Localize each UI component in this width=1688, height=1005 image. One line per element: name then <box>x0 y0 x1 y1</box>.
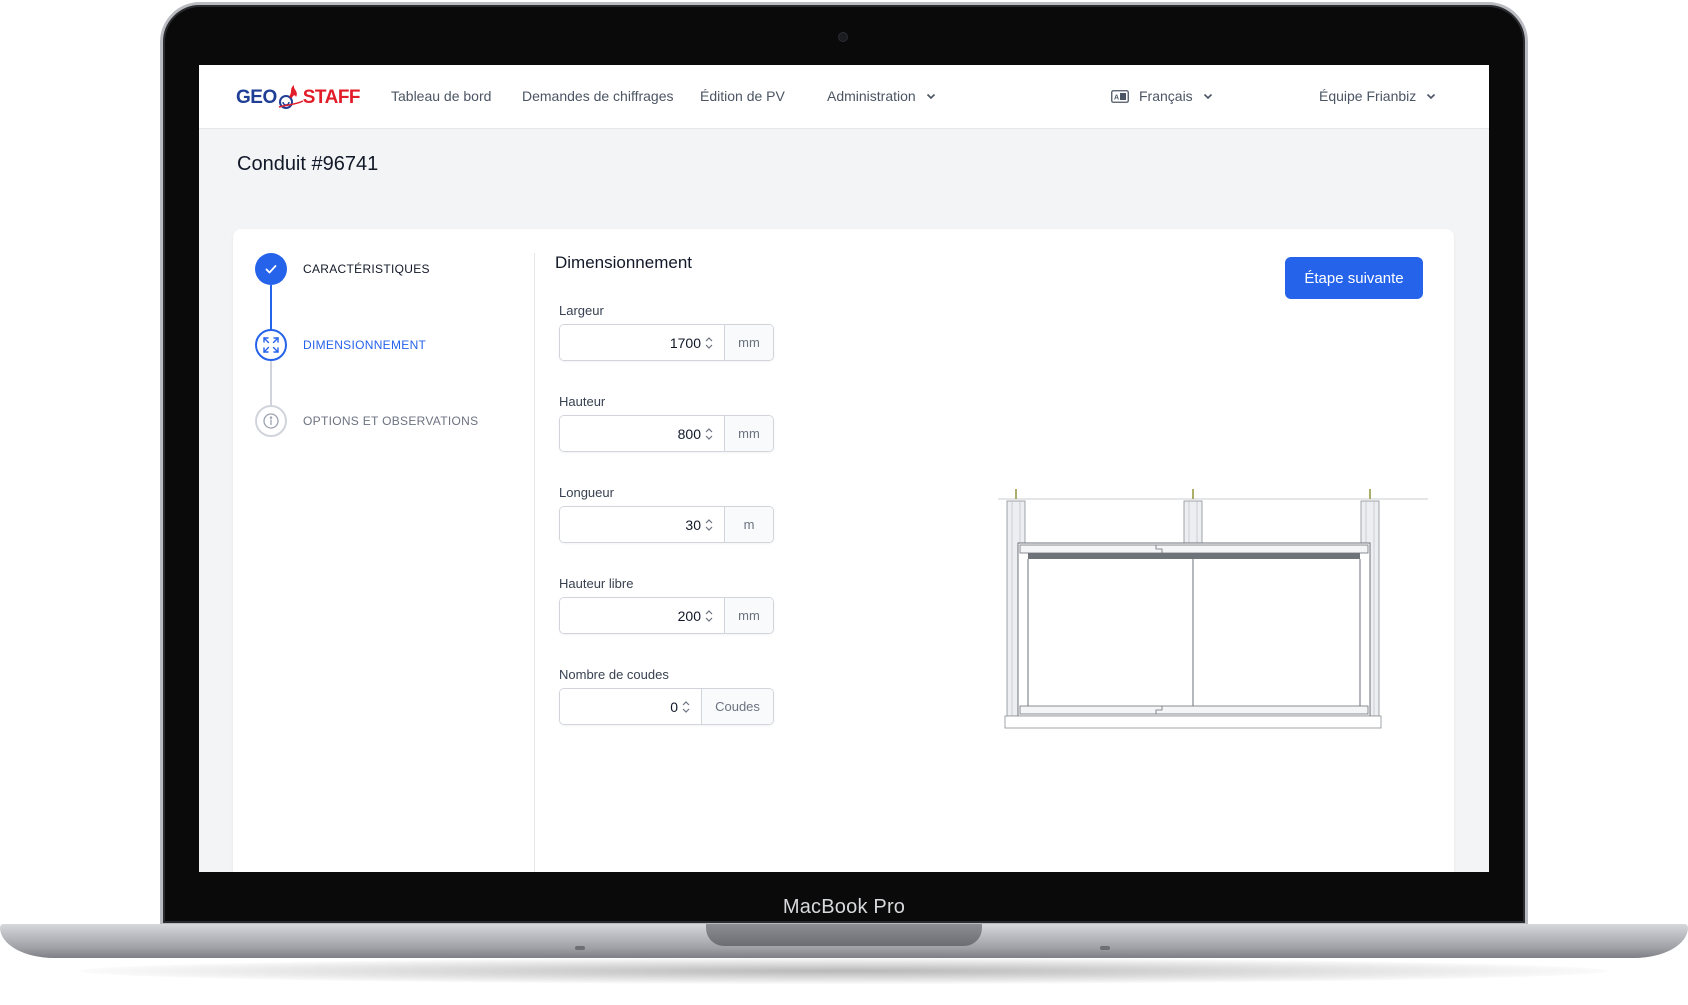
unit-addon: mm <box>724 598 773 633</box>
laptop-shadow <box>80 958 1608 984</box>
page-title: Conduit #96741 <box>237 153 379 175</box>
step-label: DIMENSIONNEMENT <box>303 338 427 352</box>
top-panel-band <box>1028 553 1360 559</box>
field-label: Largeur <box>559 303 604 318</box>
language-icon: A <box>1111 89 1129 103</box>
wizard-card: CARACTÉRISTIQUES DIMENSIONNEMENT OPTIONS… <box>233 229 1454 872</box>
step-status-complete <box>255 253 287 285</box>
unit-addon: Coudes <box>701 689 773 724</box>
spinner-arrows-icon[interactable] <box>704 335 714 351</box>
unit-addon: m <box>724 507 773 542</box>
section-title: Dimensionnement <box>555 253 693 272</box>
elbow-count-input[interactable]: 0 <box>560 689 701 724</box>
top-navbar: GEO STAFF Tableau de bord Demandes de ch… <box>199 65 1489 129</box>
length-input[interactable]: 30 <box>560 507 724 542</box>
logo-text-staff: STAFF <box>302 87 361 108</box>
expand-icon <box>263 337 279 353</box>
elbow-count-input-group: 0 Coudes <box>559 688 774 725</box>
base-plate <box>1004 715 1382 729</box>
team-selector[interactable]: Équipe Frianbiz <box>1319 88 1436 104</box>
field-length: Longueur 30 m <box>559 485 774 543</box>
laptop-foot <box>575 946 585 950</box>
team-label: Équipe Frianbiz <box>1319 88 1417 104</box>
height-input-group: 800 mm <box>559 415 774 452</box>
laptop-foot <box>1100 946 1110 950</box>
app-screen: GEO STAFF Tableau de bord Demandes de ch… <box>199 65 1489 872</box>
input-value: 1700 <box>669 334 701 351</box>
step-options-observations[interactable]: OPTIONS ET OBSERVATIONS <box>255 405 478 437</box>
top-panel <box>1019 544 1369 554</box>
nav-link-pv-editing[interactable]: Édition de PV <box>700 88 785 104</box>
step-dimensioning[interactable]: DIMENSIONNEMENT <box>255 329 426 361</box>
logo-text-geo: GEO <box>236 87 277 108</box>
spinner-arrows-icon[interactable] <box>704 608 714 624</box>
free-height-input-group: 200 mm <box>559 597 774 634</box>
webcam <box>838 32 848 42</box>
field-label: Hauteur libre <box>559 576 634 591</box>
input-value: 30 <box>685 516 701 533</box>
field-height: Hauteur 800 mm <box>559 394 774 452</box>
language-label: Français <box>1139 88 1193 104</box>
field-width: Largeur 1700 mm <box>559 303 774 361</box>
duct-outer-wall <box>1017 542 1371 717</box>
unit-addon: mm <box>724 416 773 451</box>
length-input-group: 30 m <box>559 506 774 543</box>
nav-link-quote-requests[interactable]: Demandes de chiffrages <box>522 88 674 104</box>
chevron-down-icon <box>926 93 935 100</box>
chevron-down-icon <box>1203 93 1212 100</box>
field-free-height: Hauteur libre 200 mm <box>559 576 774 634</box>
step-label: CARACTÉRISTIQUES <box>303 262 430 276</box>
bottom-panel <box>1019 705 1369 715</box>
language-selector[interactable]: A Français <box>1111 88 1213 104</box>
spinner-arrows-icon[interactable] <box>704 517 714 533</box>
width-input[interactable]: 1700 <box>560 325 724 360</box>
input-value: 0 <box>670 698 678 715</box>
free-height-input[interactable]: 200 <box>560 598 724 633</box>
step-connector <box>270 361 272 405</box>
field-label: Longueur <box>559 485 614 500</box>
step-status-upcoming <box>255 405 287 437</box>
field-label: Nombre de coudes <box>559 667 669 682</box>
stepper: CARACTÉRISTIQUES DIMENSIONNEMENT OPTIONS… <box>255 253 535 872</box>
unit-addon: mm <box>724 325 773 360</box>
field-label: Hauteur <box>559 394 606 409</box>
step-label: OPTIONS ET OBSERVATIONS <box>303 414 479 428</box>
middle-support <box>1183 500 1203 544</box>
next-step-button[interactable]: Étape suivante <box>1285 257 1423 299</box>
field-elbow-count: Nombre de coudes 0 Coudes <box>559 667 774 725</box>
duct-cross-section-diagram <box>998 489 1428 729</box>
logo-flame-icon <box>278 85 304 109</box>
step-connector <box>270 285 272 331</box>
width-input-group: 1700 mm <box>559 324 774 361</box>
device-label: MacBook Pro <box>782 896 906 918</box>
nav-menu-administration[interactable]: Administration <box>827 88 936 104</box>
administration-label: Administration <box>827 88 916 104</box>
info-icon <box>263 413 279 429</box>
geostaff-logo[interactable]: GEO STAFF <box>236 83 361 113</box>
chevron-down-icon <box>1427 93 1436 100</box>
nav-link-dashboard[interactable]: Tableau de bord <box>391 88 491 104</box>
laptop-notch <box>706 924 982 946</box>
svg-text:A: A <box>1114 94 1119 101</box>
height-input[interactable]: 800 <box>560 416 724 451</box>
check-icon <box>265 265 277 274</box>
input-value: 200 <box>677 607 701 624</box>
spinner-arrows-icon[interactable] <box>681 699 691 715</box>
input-value: 800 <box>677 425 701 442</box>
spinner-arrows-icon[interactable] <box>704 426 714 442</box>
step-characteristics[interactable]: CARACTÉRISTIQUES <box>255 253 430 285</box>
step-status-current <box>255 329 287 361</box>
